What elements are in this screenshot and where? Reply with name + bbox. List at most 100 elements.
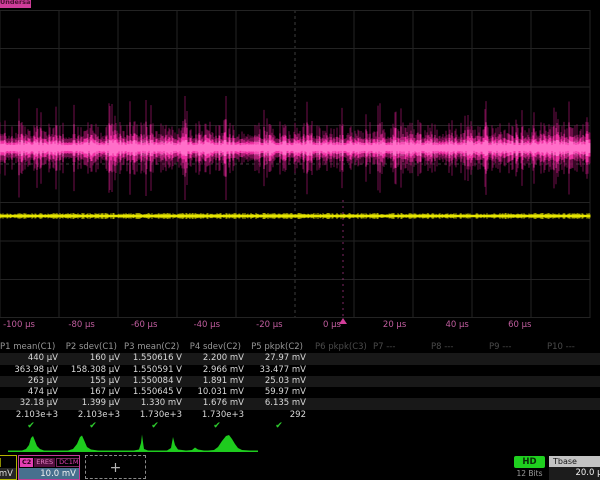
measurement-value (484, 376, 542, 387)
measurement-value (426, 376, 484, 387)
measurement-value (310, 387, 368, 398)
measurement-value (542, 410, 600, 421)
c2-scale-value: 10.0 mV (19, 468, 79, 480)
measurement-header-p4[interactable]: P4 sdev(C2) (186, 342, 248, 353)
c1-descriptor-box[interactable]: C1 DC1M 10.0 mV (0, 455, 17, 480)
measurement-value (368, 387, 426, 398)
histicon-p3[interactable] (108, 433, 158, 453)
measurement-header-p8[interactable]: P8 --- (426, 342, 484, 353)
measurement-value: 263 µV (0, 376, 62, 387)
measurement-status-icon: ✔ (124, 421, 186, 432)
add-trace-button[interactable]: + (85, 455, 146, 479)
measurement-value: 292 (248, 410, 310, 421)
timebase-title: Tbase (549, 456, 600, 467)
measurement-value (484, 387, 542, 398)
measurement-header-p3[interactable]: P3 mean(C2) (124, 342, 186, 353)
measurement-status-icon (484, 421, 542, 432)
measurement-header-p7[interactable]: P7 --- (368, 342, 426, 353)
measurement-value (426, 410, 484, 421)
measurement-value: 1.550591 V (124, 365, 186, 376)
measurement-value (368, 353, 426, 364)
measurement-value (484, 353, 542, 364)
histicon-p5[interactable] (208, 433, 258, 453)
measurement-value: 1.730e+3 (124, 410, 186, 421)
c1-trace[interactable] (0, 215, 590, 217)
measurement-value (542, 387, 600, 398)
measurement-header-p5[interactable]: P5 pkpk(C2) (248, 342, 310, 353)
measurement-value (484, 410, 542, 421)
measurement-value (484, 365, 542, 376)
c2-descriptor-box[interactable]: C2 ERES DC1M 10.0 mV (18, 455, 80, 480)
timebase-descriptor-box[interactable]: Tbase 20.0 µs/div (549, 456, 600, 480)
measurement-value (426, 353, 484, 364)
histicon-p1[interactable] (8, 433, 58, 453)
x-axis-label: -80 µs (68, 320, 94, 330)
timebase-value: 20.0 µs/div (549, 467, 600, 480)
measurement-value (426, 398, 484, 409)
measurement-status-icon: ✔ (186, 421, 248, 432)
measurement-value: 1.550616 V (124, 353, 186, 364)
trigger-time-marker-icon[interactable] (339, 318, 347, 324)
measurement-value: 1.550084 V (124, 376, 186, 387)
measurement-value: 158.308 µV (62, 365, 124, 376)
measurement-value: 363.98 µV (0, 365, 62, 376)
measurement-value: 167 µV (62, 387, 124, 398)
measurement-value (310, 353, 368, 364)
measurement-value: 160 µV (62, 353, 124, 364)
measurement-status-icon (310, 421, 368, 432)
measurement-value (484, 398, 542, 409)
measurement-value: 6.135 mV (248, 398, 310, 409)
x-axis-label: -20 µs (256, 320, 282, 330)
measurement-header-p10[interactable]: P10 --- (542, 342, 600, 353)
measurement-value: 440 µV (0, 353, 62, 364)
x-axis-label: 20 µs (383, 320, 406, 330)
measurement-status-icon (368, 421, 426, 432)
measurement-value: 59.97 mV (248, 387, 310, 398)
graticule-area[interactable] (0, 10, 600, 318)
measurement-value: 2.103e+3 (62, 410, 124, 421)
measurement-value: 1.891 mV (186, 376, 248, 387)
measurement-status-icon: ✔ (248, 421, 310, 432)
hd-bits-label: 12 Bits (514, 469, 545, 478)
x-axis-label: -100 µs (3, 320, 35, 330)
c2-coupling-chip: DC1M (56, 458, 80, 467)
measurement-value (310, 365, 368, 376)
measurement-value (368, 376, 426, 387)
measurement-value (542, 365, 600, 376)
measurement-header-p2[interactable]: P2 sdev(C1) (62, 342, 124, 353)
measurement-value: 10.031 mV (186, 387, 248, 398)
measurement-status-icon (426, 421, 484, 432)
c1-coupling-chip: DC1M (0, 458, 1, 467)
measurement-header-p9[interactable]: P9 --- (484, 342, 542, 353)
measurement-value: 1.399 µV (62, 398, 124, 409)
measurement-value (542, 353, 600, 364)
measurement-table: P1 mean(C1)P2 sdev(C1)P3 mean(C2)P4 sdev… (0, 342, 600, 432)
measurement-value (542, 398, 600, 409)
x-axis-labels: -100 µs-80 µs-60 µs-40 µs-20 µs0 µs20 µs… (0, 320, 600, 332)
measurement-header-p1[interactable]: P1 mean(C1) (0, 342, 62, 353)
histicon-p2[interactable] (58, 433, 108, 453)
measurement-value: 2.200 mV (186, 353, 248, 364)
measurement-value (368, 365, 426, 376)
measurement-value: 1.730e+3 (186, 410, 248, 421)
histicon-p4[interactable] (158, 433, 208, 453)
measurement-value: 25.03 mV (248, 376, 310, 387)
measurement-value: 27.97 mV (248, 353, 310, 364)
measurement-header-p6[interactable]: P6 pkpk(C3) (310, 342, 368, 353)
measurement-value (310, 376, 368, 387)
measurement-value: 1.330 mV (124, 398, 186, 409)
measurement-status-icon (542, 421, 600, 432)
measurement-value: 155 µV (62, 376, 124, 387)
hd-mode-badge[interactable]: HD (514, 456, 545, 468)
measurement-value: 1.676 mV (186, 398, 248, 409)
x-axis-label: -60 µs (131, 320, 157, 330)
measurement-value (368, 398, 426, 409)
measurement-value: 1.550645 V (124, 387, 186, 398)
undersampled-badge: Undersampled (0, 0, 31, 8)
measurement-value (368, 410, 426, 421)
x-axis-label: -40 µs (194, 320, 220, 330)
measurement-value: 32.18 µV (0, 398, 62, 409)
measurement-value (310, 410, 368, 421)
c2-eres-chip: ERES (34, 458, 55, 467)
measurement-value: 33.477 mV (248, 365, 310, 376)
